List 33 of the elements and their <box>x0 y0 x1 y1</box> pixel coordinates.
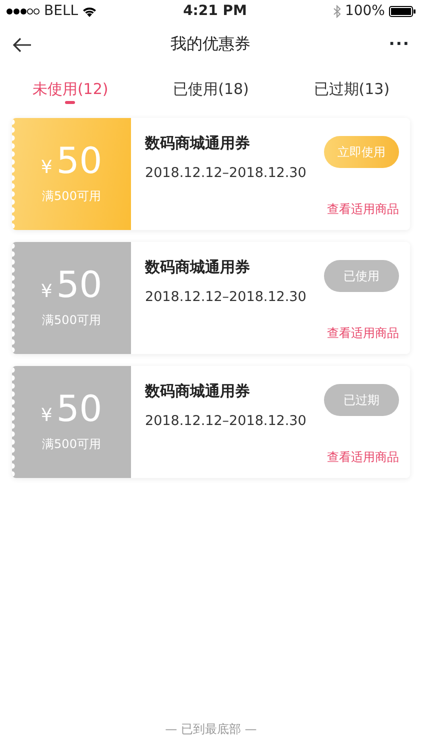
tab[interactable]: 已过期(13) <box>281 66 422 110</box>
use-button[interactable]: 已使用 <box>324 260 399 292</box>
bluetooth-icon <box>332 4 341 18</box>
coupon-period: 2018.12.12–2018.12.30 <box>145 412 306 430</box>
coupon-title: 数码商城通用券 <box>145 257 251 278</box>
battery-icon <box>388 6 416 16</box>
coupon-title: 数码商城通用券 <box>145 381 251 402</box>
coupon-condition: 满500可用 <box>42 312 101 328</box>
use-button[interactable]: 已过期 <box>324 384 399 416</box>
carrier-name: BELL <box>44 2 78 20</box>
coupon-amount: 50 <box>56 144 102 180</box>
coupon-title: 数码商城通用券 <box>145 133 251 154</box>
tab[interactable]: 已使用(18) <box>140 66 282 110</box>
currency-sign: ¥ <box>40 156 52 180</box>
battery-percent: 100% <box>344 2 385 20</box>
end-of-list-text: — 已到最底部 — <box>164 721 258 738</box>
coupon-condition: 满500可用 <box>42 188 101 204</box>
coupon-period: 2018.12.12–2018.12.30 <box>145 164 306 182</box>
clock-time: 4:21 PM <box>183 2 247 20</box>
currency-sign: ¥ <box>40 404 52 428</box>
view-products-link[interactable]: 查看适用商品 <box>327 324 399 342</box>
currency-sign: ¥ <box>40 280 52 304</box>
signal-icon <box>6 8 40 14</box>
view-products-link[interactable]: 查看适用商品 <box>327 200 399 218</box>
view-products-link[interactable]: 查看适用商品 <box>327 448 399 466</box>
more-button[interactable]: ··· <box>388 32 410 56</box>
coupon-amount: 50 <box>56 268 102 304</box>
page-title: 我的优惠券 <box>170 33 250 55</box>
coupon-condition: 满500可用 <box>42 436 101 452</box>
coupon-period: 2018.12.12–2018.12.30 <box>145 288 306 306</box>
coupon-amount: 50 <box>56 392 102 428</box>
tab[interactable]: 未使用(12) <box>0 66 141 110</box>
wifi-icon <box>82 6 98 16</box>
